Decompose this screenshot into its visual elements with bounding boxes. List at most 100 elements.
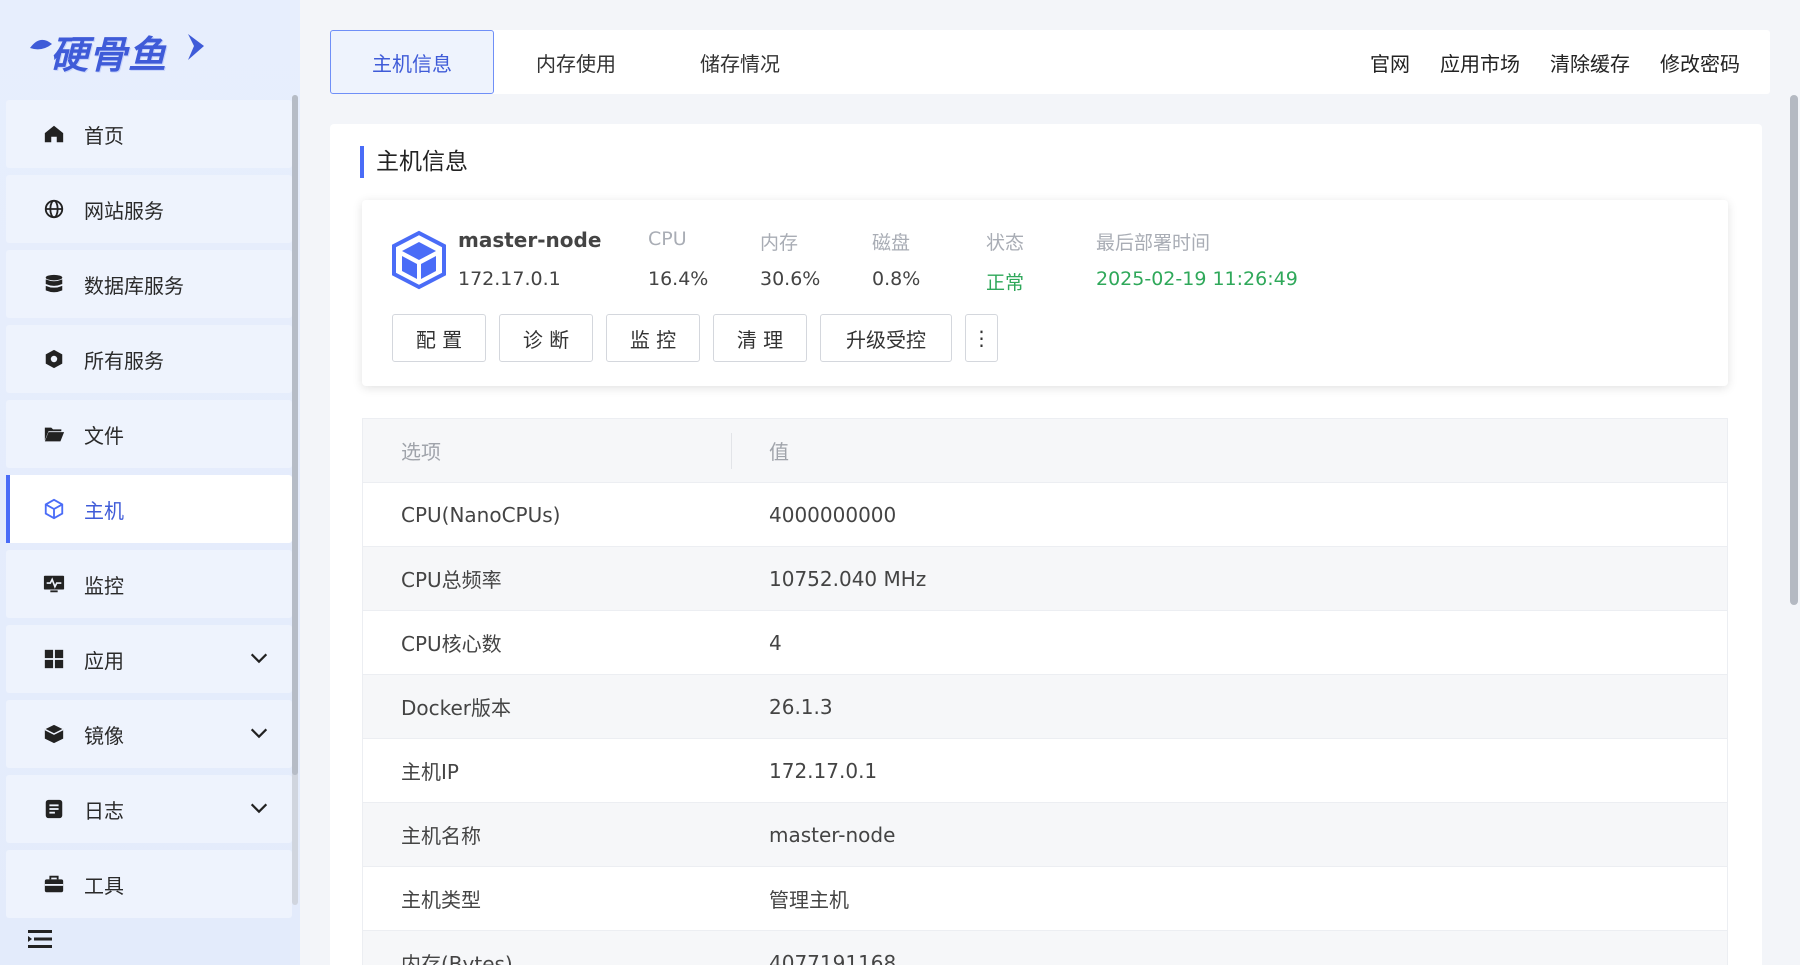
sidebar-item-web-services[interactable]: 网站服务 bbox=[6, 175, 292, 243]
sidebar-item-label: 日志 bbox=[84, 798, 124, 823]
status-badge: 正常 bbox=[986, 272, 1025, 294]
top-bar: 主机信息 内存使用 储存情况 官网 应用市场 清除缓存 修改密码 bbox=[330, 30, 1770, 94]
sidebar-item-logs[interactable]: 日志 bbox=[6, 775, 292, 843]
globe-icon bbox=[42, 197, 66, 221]
table-cell-value: 10752.040 MHz bbox=[769, 566, 927, 591]
host-info-table: 选项 值 CPU(NanoCPUs) 4000000000 CPU总频率 107… bbox=[362, 418, 1728, 965]
upgrade-managed-button[interactable]: 升级受控 bbox=[820, 314, 952, 362]
table-cell-option: 内存(Bytes) bbox=[401, 952, 513, 965]
table-cell-value: 4077191168 bbox=[769, 950, 897, 965]
page-title: 主机信息 bbox=[360, 146, 468, 178]
sidebar-item-label: 数据库服务 bbox=[84, 273, 184, 298]
config-button[interactable]: 配 置 bbox=[392, 314, 486, 362]
chevron-down-icon[interactable] bbox=[248, 722, 270, 744]
table-cell-option: CPU核心数 bbox=[401, 632, 502, 656]
link-app-market[interactable]: 应用市场 bbox=[1440, 48, 1520, 77]
stat-label-cpu: CPU bbox=[648, 228, 687, 250]
stat-label-memory: 内存 bbox=[760, 232, 799, 254]
table-cell-value: 172.17.0.1 bbox=[769, 758, 878, 783]
sidebar-item-host[interactable]: 主机 bbox=[6, 475, 292, 543]
host-card: master-node 172.17.0.1 CPU 16.4% 内存 30.6… bbox=[362, 200, 1728, 386]
link-official-site[interactable]: 官网 bbox=[1370, 48, 1410, 77]
table-header-option: 选项 bbox=[401, 440, 441, 464]
more-options-button[interactable]: ⋮ bbox=[965, 314, 998, 362]
main-panel: 主机信息 master-node 172.17.0.1 CPU 16.4% 内存… bbox=[330, 124, 1762, 965]
tab-storage[interactable]: 储存情况 bbox=[658, 30, 822, 94]
table-cell-option: 主机IP bbox=[401, 760, 459, 784]
table-row: 主机名称 master-node bbox=[363, 803, 1727, 867]
main-scrollbar-thumb[interactable] bbox=[1790, 95, 1798, 605]
services-icon bbox=[42, 347, 66, 371]
sidebar-item-database-services[interactable]: 数据库服务 bbox=[6, 250, 292, 318]
table-row: 主机类型 管理主机 bbox=[363, 867, 1727, 931]
table-cell-value: 4 bbox=[769, 630, 782, 655]
diagnose-button[interactable]: 诊 断 bbox=[499, 314, 593, 362]
sidebar-item-apps[interactable]: 应用 bbox=[6, 625, 292, 693]
stat-value-cpu: 16.4% bbox=[648, 268, 709, 290]
table-cell-option: 主机名称 bbox=[401, 824, 481, 848]
link-change-password[interactable]: 修改密码 bbox=[1660, 48, 1740, 77]
host-cube-icon bbox=[42, 497, 66, 521]
sidebar-item-all-services[interactable]: 所有服务 bbox=[6, 325, 292, 393]
brand-logo[interactable]: 硬骨鱼 bbox=[28, 22, 218, 77]
host-name: master-node bbox=[458, 228, 602, 252]
sidebar-item-images[interactable]: 镜像 bbox=[6, 700, 292, 768]
table-row: 主机IP 172.17.0.1 bbox=[363, 739, 1727, 803]
table-cell-option: Docker版本 bbox=[401, 696, 512, 720]
host-ip: 172.17.0.1 bbox=[458, 268, 561, 290]
table-row: 内存(Bytes) 4077191168 bbox=[363, 931, 1727, 965]
brand-logo-text: 硬骨鱼 bbox=[50, 32, 168, 77]
table-row: CPU核心数 4 bbox=[363, 611, 1727, 675]
table-cell-value: 管理主机 bbox=[769, 888, 849, 912]
home-icon bbox=[42, 122, 66, 146]
column-divider[interactable] bbox=[731, 433, 732, 469]
database-icon bbox=[42, 272, 66, 296]
box-icon bbox=[42, 722, 66, 746]
table-cell-option: 主机类型 bbox=[401, 888, 481, 912]
menu-collapse-icon[interactable] bbox=[28, 928, 52, 950]
table-cell-option: CPU总频率 bbox=[401, 568, 502, 592]
tab-memory-usage[interactable]: 内存使用 bbox=[494, 30, 658, 94]
sidebar-scrollbar-thumb[interactable] bbox=[292, 95, 298, 775]
sidebar-item-label: 镜像 bbox=[84, 723, 124, 748]
table-row: CPU(NanoCPUs) 4000000000 bbox=[363, 483, 1727, 547]
sidebar-item-home[interactable]: 首页 bbox=[6, 100, 292, 168]
table-cell-option: CPU(NanoCPUs) bbox=[401, 502, 561, 527]
stat-value-memory: 30.6% bbox=[760, 268, 821, 290]
stat-label-disk: 磁盘 bbox=[872, 232, 911, 254]
sidebar-item-monitor[interactable]: 监控 bbox=[6, 550, 292, 618]
sidebar-scrollbar[interactable] bbox=[292, 95, 298, 905]
sidebar-item-tools[interactable]: 工具 bbox=[6, 850, 292, 918]
sidebar-item-label: 首页 bbox=[84, 123, 124, 148]
table-header-row: 选项 值 bbox=[363, 419, 1727, 483]
monitor-button[interactable]: 监 控 bbox=[606, 314, 700, 362]
sidebar-nav: 首页 网站服务 数据库服务 所有服务 文件 主机 监控 应用 镜像 日志 工具 bbox=[6, 100, 292, 925]
table-cell-value: 4000000000 bbox=[769, 502, 897, 527]
table-cell-value: 26.1.3 bbox=[769, 694, 833, 719]
chevron-down-icon[interactable] bbox=[248, 647, 270, 669]
stat-label-status: 状态 bbox=[986, 232, 1025, 254]
sidebar-item-label: 主机 bbox=[84, 498, 124, 523]
table-row: Docker版本 26.1.3 bbox=[363, 675, 1727, 739]
folder-icon bbox=[42, 422, 66, 446]
table-header-value: 值 bbox=[769, 440, 789, 464]
chevron-down-icon[interactable] bbox=[248, 797, 270, 819]
toolbox-icon bbox=[42, 872, 66, 896]
monitor-icon bbox=[42, 572, 66, 596]
tab-host-info[interactable]: 主机信息 bbox=[330, 30, 494, 94]
host-cube-icon bbox=[392, 230, 446, 290]
sidebar: 硬骨鱼 首页 网站服务 数据库服务 所有服务 文件 主机 监控 应用 镜像 日志… bbox=[0, 0, 300, 965]
link-clear-cache[interactable]: 清除缓存 bbox=[1550, 48, 1630, 77]
stat-value-last-deploy: 2025-02-19 11:26:49 bbox=[1096, 268, 1298, 290]
sidebar-item-label: 网站服务 bbox=[84, 198, 164, 223]
top-links: 官网 应用市场 清除缓存 修改密码 bbox=[1370, 30, 1740, 94]
sidebar-item-label: 工具 bbox=[84, 873, 124, 898]
sidebar-item-files[interactable]: 文件 bbox=[6, 400, 292, 468]
sidebar-item-label: 监控 bbox=[84, 573, 124, 598]
stat-label-last-deploy: 最后部署时间 bbox=[1096, 232, 1211, 254]
sidebar-item-label: 文件 bbox=[84, 423, 124, 448]
stat-value-disk: 0.8% bbox=[872, 268, 921, 290]
clean-button[interactable]: 清 理 bbox=[713, 314, 807, 362]
table-cell-value: master-node bbox=[769, 822, 896, 847]
grid-icon bbox=[42, 647, 66, 671]
